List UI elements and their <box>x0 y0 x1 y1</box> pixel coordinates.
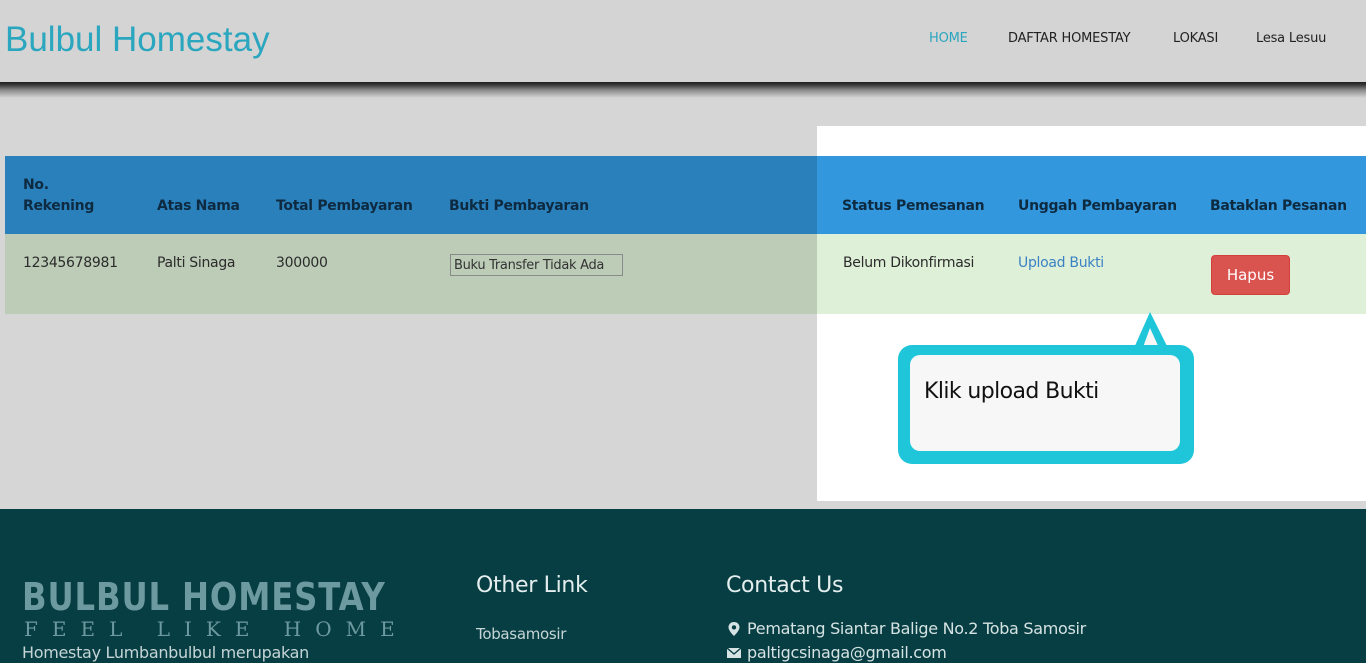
nav-lokasi[interactable]: LOKASI <box>1173 31 1218 46</box>
envelope-icon <box>726 646 742 658</box>
callout-text: Klik upload Bukti <box>924 379 1099 404</box>
contact-email: paltigcsinaga@gmail.com <box>726 643 947 662</box>
table-header: No. Rekening Atas Nama Total Pembayaran … <box>5 156 1366 234</box>
cell-status-pemesanan: Belum Dikonfirmasi <box>843 255 975 271</box>
table-row <box>5 234 1366 314</box>
navbar: Bulbul Homestay HOME DAFTAR HOMESTAY LOK… <box>0 0 1366 82</box>
map-marker-icon <box>728 621 740 636</box>
footer-link-tobasamosir[interactable]: Tobasamosir <box>476 625 566 643</box>
cell-no-rekening: 12345678981 <box>23 255 118 271</box>
contact-address-text: Pematang Siantar Balige No.2 Toba Samosi… <box>747 619 1086 638</box>
contact-email-text[interactable]: paltigcsinaga@gmail.com <box>747 643 947 662</box>
other-link-heading: Other Link <box>476 573 588 598</box>
upload-bukti-link[interactable]: Upload Bukti <box>1018 255 1104 271</box>
tutorial-callout: Klik upload Bukti <box>898 312 1194 464</box>
col-no-rekening-line2: Rekening <box>23 198 95 214</box>
footer-tagline: FEEL LIKE HOME <box>24 617 409 641</box>
callout-body: Klik upload Bukti <box>910 355 1180 451</box>
contact-heading: Contact Us <box>726 573 844 598</box>
col-bataklan-pesanan: Bataklan Pesanan <box>1210 198 1347 214</box>
navbar-shadow <box>0 82 1366 98</box>
hapus-button[interactable]: Hapus <box>1211 255 1290 295</box>
header-dim-overlay <box>5 156 817 234</box>
col-atas-nama: Atas Nama <box>157 198 240 214</box>
nav-user-account[interactable]: Lesa Lesuu <box>1256 31 1326 46</box>
col-bukti-pembayaran: Bukti Pembayaran <box>449 198 589 214</box>
payment-table: No. Rekening Atas Nama Total Pembayaran … <box>5 156 1366 314</box>
footer: BULBUL HOMESTAY FEEL LIKE HOME Homestay … <box>0 509 1366 663</box>
footer-description: Homestay Lumbanbulbul merupakan <box>22 643 309 662</box>
row-dim-overlay <box>5 234 817 314</box>
nav-menu: HOME DAFTAR HOMESTAY LOKASI Lesa Lesuu <box>0 31 1366 51</box>
cell-atas-nama: Palti Sinaga <box>157 255 236 271</box>
col-no-rekening-line1: No. <box>23 177 49 193</box>
nav-daftar-homestay[interactable]: DAFTAR HOMESTAY <box>1008 31 1131 46</box>
nav-home[interactable]: HOME <box>929 31 968 46</box>
col-unggah-pembayaran: Unggah Pembayaran <box>1018 198 1177 214</box>
cell-total-pembayaran: 300000 <box>276 255 328 271</box>
col-total-pembayaran: Total Pembayaran <box>276 198 413 214</box>
contact-address: Pematang Siantar Balige No.2 Toba Samosi… <box>726 619 1086 638</box>
col-status-pemesanan: Status Pemesanan <box>842 198 985 214</box>
callout-frame: Klik upload Bukti <box>898 345 1194 464</box>
col-no-rekening: No. Rekening <box>23 175 94 217</box>
footer-logo: BULBUL HOMESTAY <box>22 575 386 619</box>
cell-bukti-pembayaran: Buku Transfer Tidak Ada <box>450 254 623 276</box>
